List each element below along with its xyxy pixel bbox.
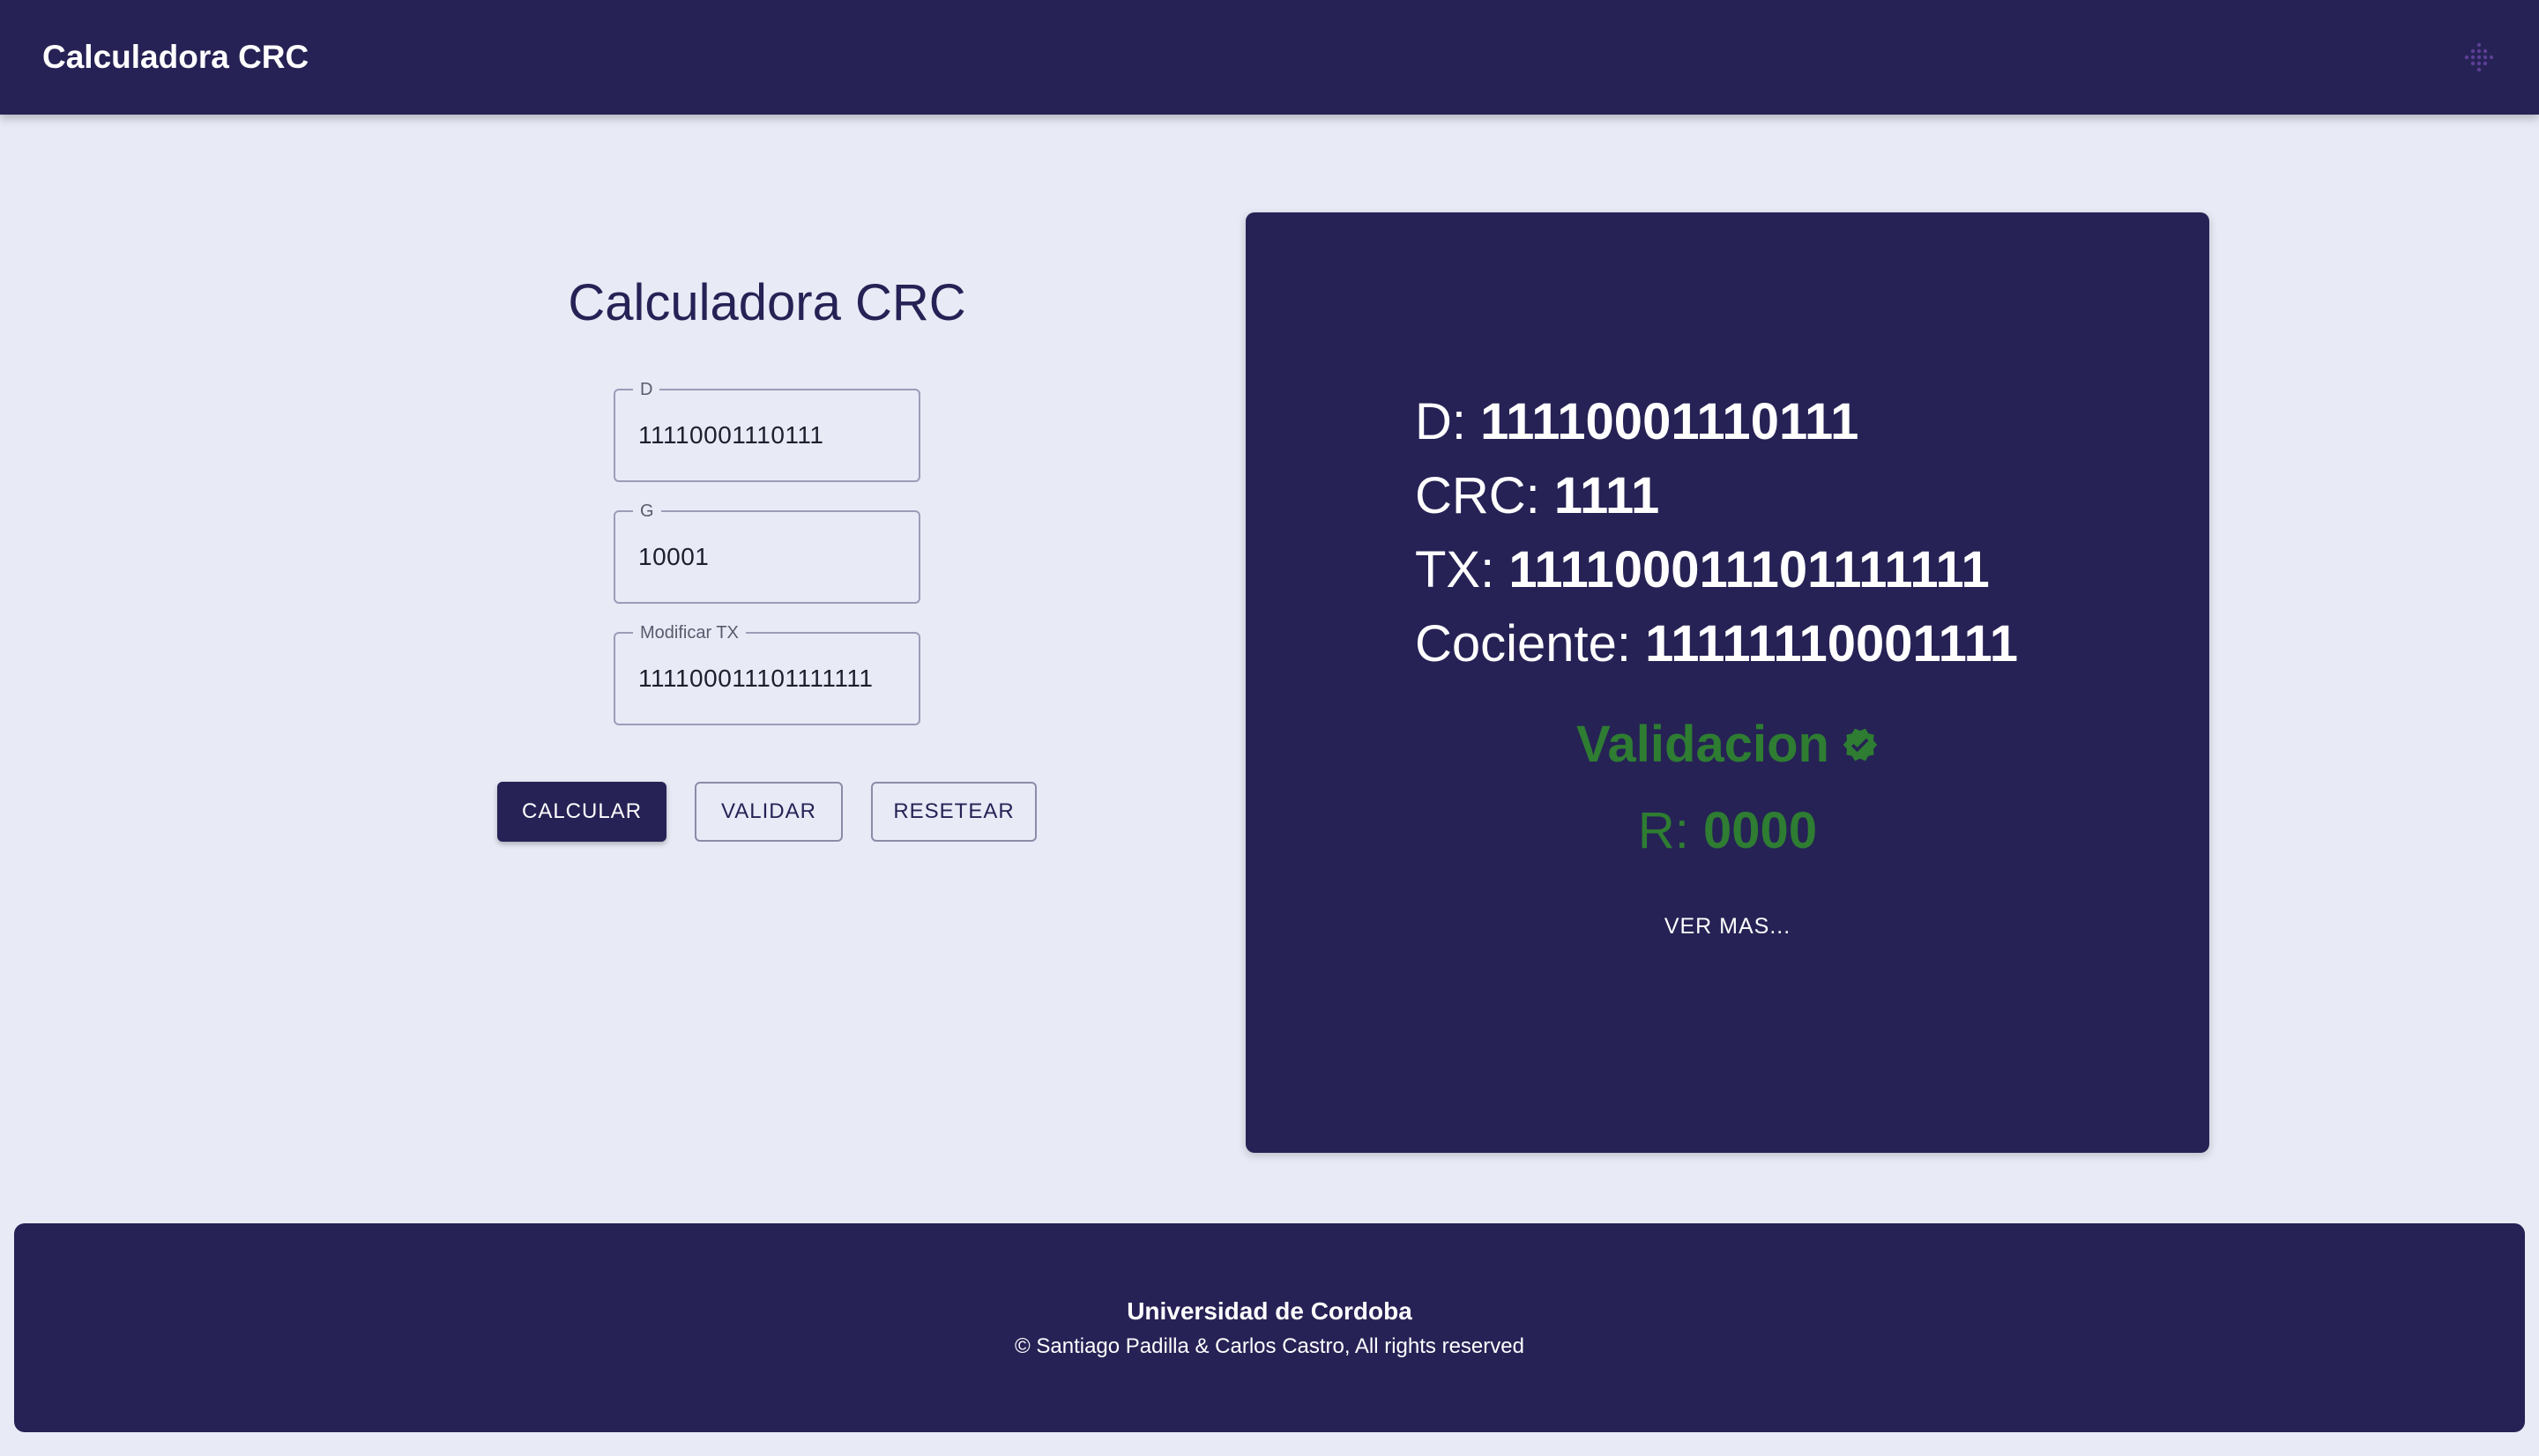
footer-title: Universidad de Cordoba [1127,1296,1412,1325]
residue-label: R: [1637,802,1704,859]
result-d-value: 11110001110111 [1480,393,1859,450]
verified-check-icon [1843,728,1878,761]
result-d-label: D: [1415,393,1481,450]
result-crc-label: CRC: [1415,467,1554,524]
app-title: Calculadora CRC [42,39,309,75]
validar-button[interactable]: VALIDAR [695,782,843,842]
form-title: Calculadora CRC [568,274,966,331]
result-cociente-row: Cociente: 11111110001111 [1415,607,2018,681]
result-crc-value: 1111 [1553,467,1660,524]
app-bar: Calculadora CRC [0,0,2539,115]
validation-text: Validacion [1576,716,1829,773]
result-card: D: 11110001110111 CRC: 1111 TX: 11110001… [1246,212,2209,1153]
g-input[interactable] [615,512,919,602]
footer: Universidad de Cordoba © Santiago Padill… [14,1223,2525,1432]
dots-grid-icon[interactable] [2461,40,2497,75]
result-tx-label: TX: [1415,541,1509,598]
g-field: G [614,501,920,604]
result-d-row: D: 11110001110111 [1415,385,2018,459]
result-tx-value: 111100011101111111 [1508,541,1990,598]
residue-value: 0000 [1703,802,1818,859]
result-tx-row: TX: 111100011101111111 [1415,533,2018,607]
result-crc-row: CRC: 1111 [1415,459,2018,533]
modificar-tx-field: Modificar TX [614,622,920,725]
result-cociente-value: 11111110001111 [1645,615,2018,672]
resetear-button[interactable]: RESETEAR [871,782,1037,842]
d-field: D [614,379,920,482]
action-buttons: CALCULAR VALIDAR RESETEAR [497,782,1037,842]
validation-status: Validacion [1246,715,2209,774]
ver-mas-button[interactable]: VER MAS... [1650,907,1805,947]
result-lines: D: 11110001110111 CRC: 1111 TX: 11110001… [1415,385,2018,681]
residue: R: 0000 [1246,801,2209,860]
crc-form: Calculadora CRC D G Modificar TX CALCULA… [458,264,1076,842]
calcular-button[interactable]: CALCULAR [497,782,666,842]
footer-copyright: © Santiago Padilla & Carlos Castro, All … [1015,1333,1524,1358]
result-cociente-label: Cociente: [1415,615,1646,672]
d-input[interactable] [615,390,919,480]
modificar-tx-input[interactable] [615,634,919,724]
